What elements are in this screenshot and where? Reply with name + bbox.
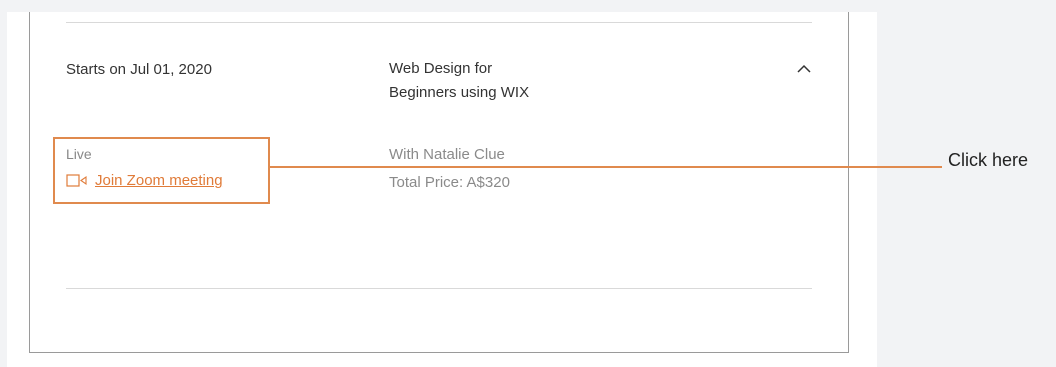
instructor-name: With Natalie Clue bbox=[389, 146, 505, 163]
course-title-line1: Web Design for bbox=[389, 60, 493, 77]
annotation-label: Click here bbox=[948, 150, 1029, 170]
course-title-line2: Beginners using WIX bbox=[389, 84, 530, 101]
bottom-divider bbox=[66, 288, 812, 289]
top-divider bbox=[66, 22, 812, 23]
annotation-callout-line bbox=[270, 166, 942, 168]
total-price: Total Price: A$320 bbox=[389, 174, 510, 191]
chevron-up-icon bbox=[797, 64, 811, 73]
collapse-button[interactable] bbox=[793, 58, 815, 80]
annotation-highlight-box bbox=[53, 137, 270, 204]
session-start-date: Starts on Jul 01, 2020 bbox=[66, 61, 212, 78]
course-title: Web Design for Beginners using WIX bbox=[389, 57, 589, 105]
